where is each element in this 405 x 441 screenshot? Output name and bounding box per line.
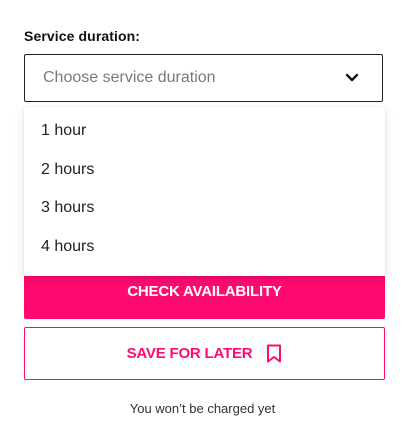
duration-option-4-hours[interactable]: 4 hours [24, 228, 385, 267]
duration-option-3-hours[interactable]: 3 hours [24, 189, 385, 228]
bookmark-icon [266, 344, 282, 363]
save-for-later-button[interactable]: SAVE FOR LATER [24, 327, 385, 380]
duration-option-1-hour[interactable]: 1 hour [24, 112, 385, 151]
duration-dropdown-menu: 1 hour 2 hours 3 hours 4 hours [24, 107, 385, 276]
service-duration-select[interactable]: Choose service duration [24, 54, 383, 102]
chevron-down-icon[interactable] [344, 70, 360, 86]
check-availability-label: CHECK AVAILABILITY [127, 283, 282, 300]
service-duration-label: Service duration: [24, 28, 141, 44]
no-charge-note: You won’t be charged yet [129, 401, 276, 416]
save-for-later-label: SAVE FOR LATER [126, 345, 253, 362]
duration-option-2-hours[interactable]: 2 hours [24, 151, 385, 190]
select-placeholder: Choose service duration [43, 69, 216, 86]
